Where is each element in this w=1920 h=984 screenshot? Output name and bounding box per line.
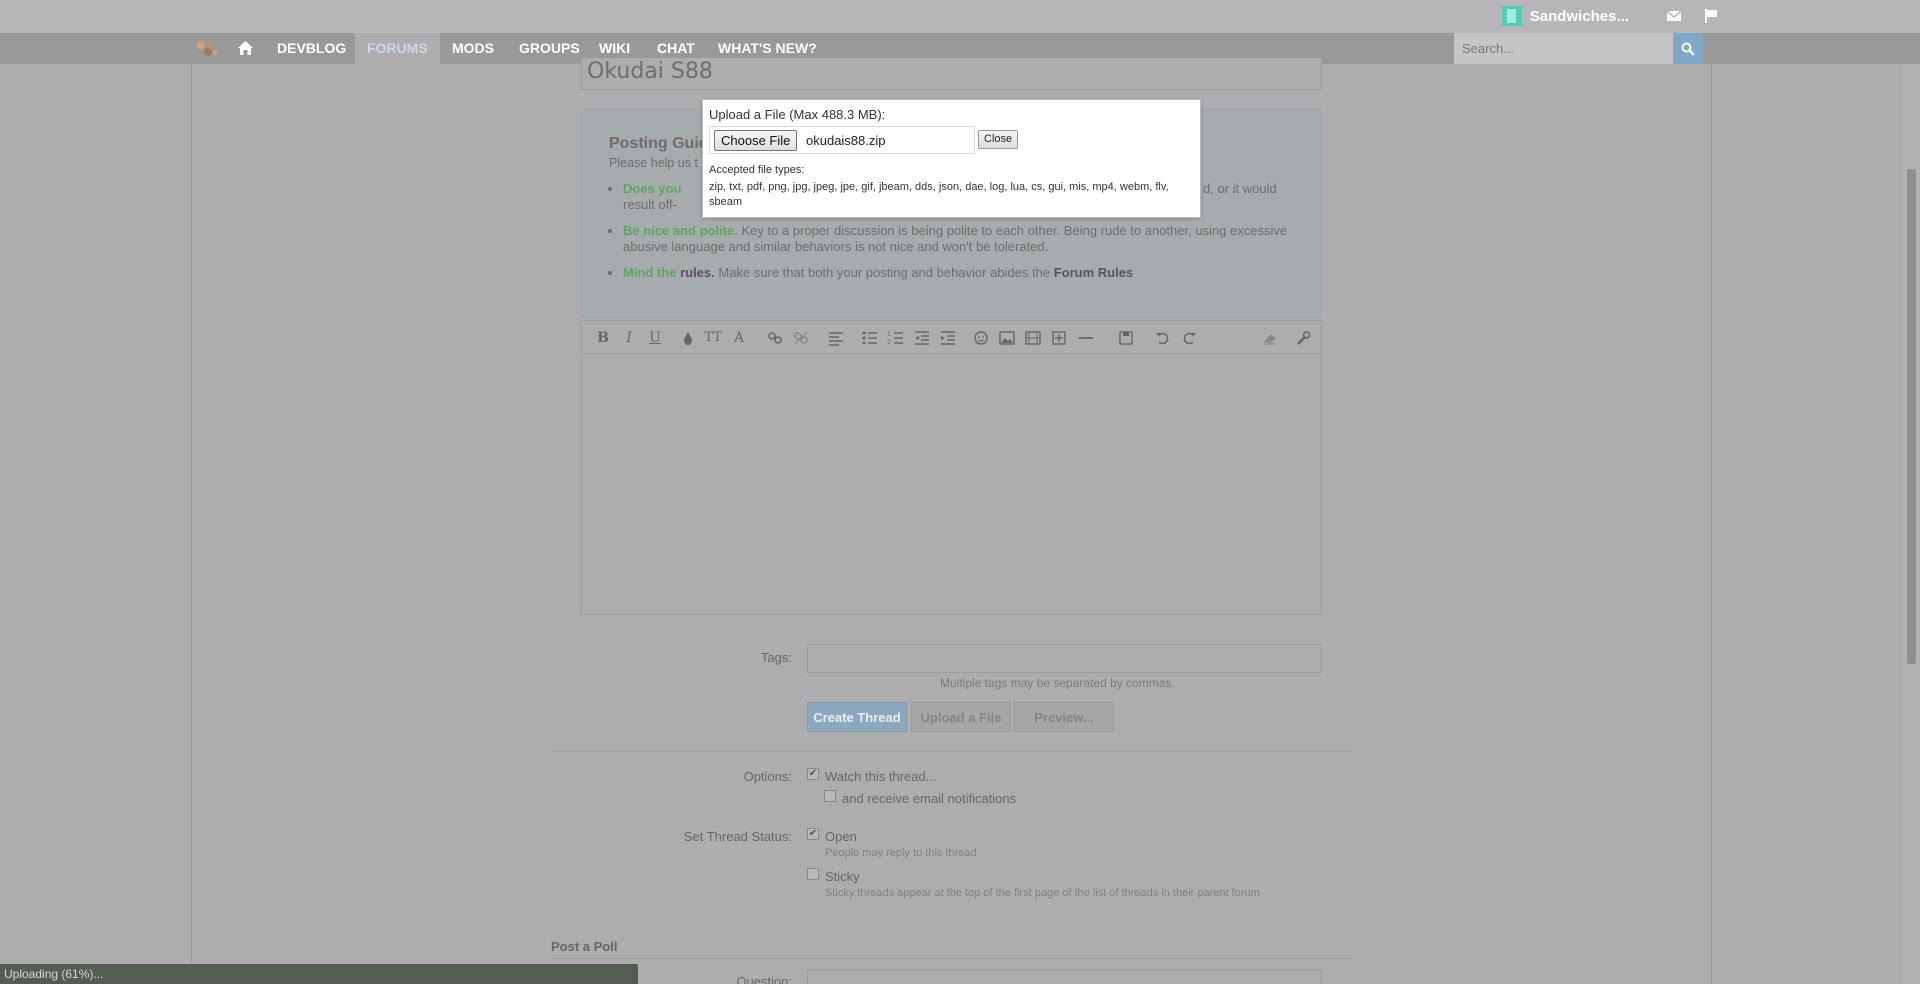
outdent-icon[interactable]	[913, 329, 931, 347]
svg-text:1: 1	[887, 331, 891, 338]
sticky-hint: Sticky threads appear at the top of the …	[825, 887, 1260, 899]
upload-status-bar: Uploading (61%)...	[0, 964, 638, 984]
question-label: Question:	[736, 974, 792, 984]
tab-forums[interactable]: FORUMS	[355, 33, 440, 64]
accepted-types-label: Accepted file types:	[709, 164, 805, 176]
preview-button[interactable]: Preview...	[1014, 702, 1114, 732]
mail-icon[interactable]	[1666, 8, 1682, 24]
message-editor[interactable]: B I U TT A 12	[581, 320, 1322, 615]
eraser-icon[interactable]	[1261, 329, 1279, 347]
flag-icon[interactable]	[1703, 8, 1719, 24]
username: Sandwiches...	[1529, 7, 1629, 25]
page-scrollbar[interactable]	[1903, 64, 1920, 984]
search-button[interactable]	[1673, 33, 1703, 64]
selected-file-name: okudais88.zip	[806, 133, 886, 148]
insert-icon[interactable]	[1050, 329, 1068, 347]
editor-toolbar: B I U TT A 12	[582, 321, 1321, 354]
close-dialog-button[interactable]: Close	[978, 130, 1019, 149]
user-menu[interactable]: Sandwiches...	[1501, 6, 1629, 26]
sticky-label: Sticky	[825, 869, 860, 884]
unlink-icon[interactable]	[792, 329, 810, 347]
image-icon[interactable]	[998, 329, 1016, 347]
wrench-icon[interactable]	[1294, 329, 1312, 347]
bold-icon[interactable]: B	[594, 329, 612, 347]
home-icon[interactable]	[237, 40, 254, 56]
tags-label: Tags:	[760, 650, 792, 665]
guideline-item: Mind the rules. Make sure that both your…	[623, 265, 1293, 281]
avatar-icon	[1501, 6, 1522, 26]
numbered-list-icon[interactable]: 12	[887, 329, 905, 347]
open-hint: People may reply to this thread	[825, 847, 977, 859]
rules-link[interactable]: rules.	[680, 265, 715, 280]
upload-dialog-title: Upload a File (Max 488.3 MB):	[709, 107, 886, 122]
scrollbar-thumb[interactable]	[1907, 169, 1916, 664]
guidelines-subtitle: Please help us t	[609, 156, 698, 170]
text-color-icon[interactable]	[679, 329, 697, 347]
email-notifications-checkbox[interactable]	[824, 790, 836, 802]
svg-text:2: 2	[887, 339, 891, 346]
open-label: Open	[825, 829, 857, 844]
create-thread-button[interactable]: Create Thread	[807, 702, 907, 732]
logo-icon[interactable]	[196, 39, 218, 59]
bullet-list-icon[interactable]	[861, 329, 879, 347]
divider	[551, 958, 1352, 959]
upload-file-dialog: Upload a File (Max 488.3 MB): Choose Fil…	[702, 99, 1201, 218]
italic-icon[interactable]: I	[620, 329, 638, 347]
align-icon[interactable]	[827, 329, 845, 347]
media-icon[interactable]	[1024, 329, 1042, 347]
redo-icon[interactable]	[1180, 329, 1198, 347]
link-icon[interactable]	[766, 329, 784, 347]
search-icon	[1681, 42, 1695, 56]
forum-rules-link[interactable]: Forum Rules	[1054, 265, 1133, 280]
accepted-types-list: zip, txt, pdf, png, jpg, jpeg, jpe, gif,…	[709, 181, 1169, 208]
open-checkbox[interactable]: ✔	[807, 828, 819, 840]
smiley-icon[interactable]	[972, 329, 990, 347]
question-input[interactable]	[807, 970, 1322, 984]
email-notifications-label: and receive email notifications	[842, 791, 1017, 806]
sticky-checkbox[interactable]	[807, 868, 819, 880]
guideline-item: Be nice and polite. Key to a proper disc…	[623, 223, 1293, 255]
underline-icon[interactable]: U	[646, 329, 664, 347]
guidelines-title: Posting Guic	[609, 135, 708, 152]
tab-devblog[interactable]: DEVBLOG	[265, 33, 358, 64]
tab-groups[interactable]: GROUPS	[507, 33, 592, 64]
indent-icon[interactable]	[939, 329, 957, 347]
thread-status-label: Set Thread Status:	[683, 829, 792, 844]
tags-input[interactable]	[807, 644, 1322, 673]
search-input[interactable]: Search...	[1454, 33, 1673, 64]
upload-file-button[interactable]: Upload a File	[911, 702, 1011, 732]
post-poll-heading: Post a Poll	[551, 939, 618, 954]
undo-icon[interactable]	[1154, 329, 1172, 347]
top-bar: Sandwiches...	[0, 0, 1920, 33]
file-input[interactable]: Choose File okudais88.zip	[709, 126, 975, 154]
tags-hint: Multiple tags may be separated by commas…	[940, 676, 1175, 690]
options-label: Options:	[743, 769, 792, 784]
horizontal-rule-icon[interactable]	[1077, 329, 1095, 347]
font-family-icon[interactable]: A	[730, 329, 748, 347]
choose-file-button[interactable]: Choose File	[714, 130, 798, 151]
font-size-icon[interactable]: TT	[704, 329, 722, 347]
thread-title-input[interactable]: Okudai S88	[581, 58, 1322, 90]
watch-thread-label: Watch this thread...	[825, 769, 937, 784]
divider	[551, 751, 1352, 752]
save-draft-icon[interactable]	[1117, 329, 1135, 347]
tab-mods[interactable]: MODS	[440, 33, 506, 64]
watch-thread-checkbox[interactable]: ✔	[807, 768, 819, 780]
